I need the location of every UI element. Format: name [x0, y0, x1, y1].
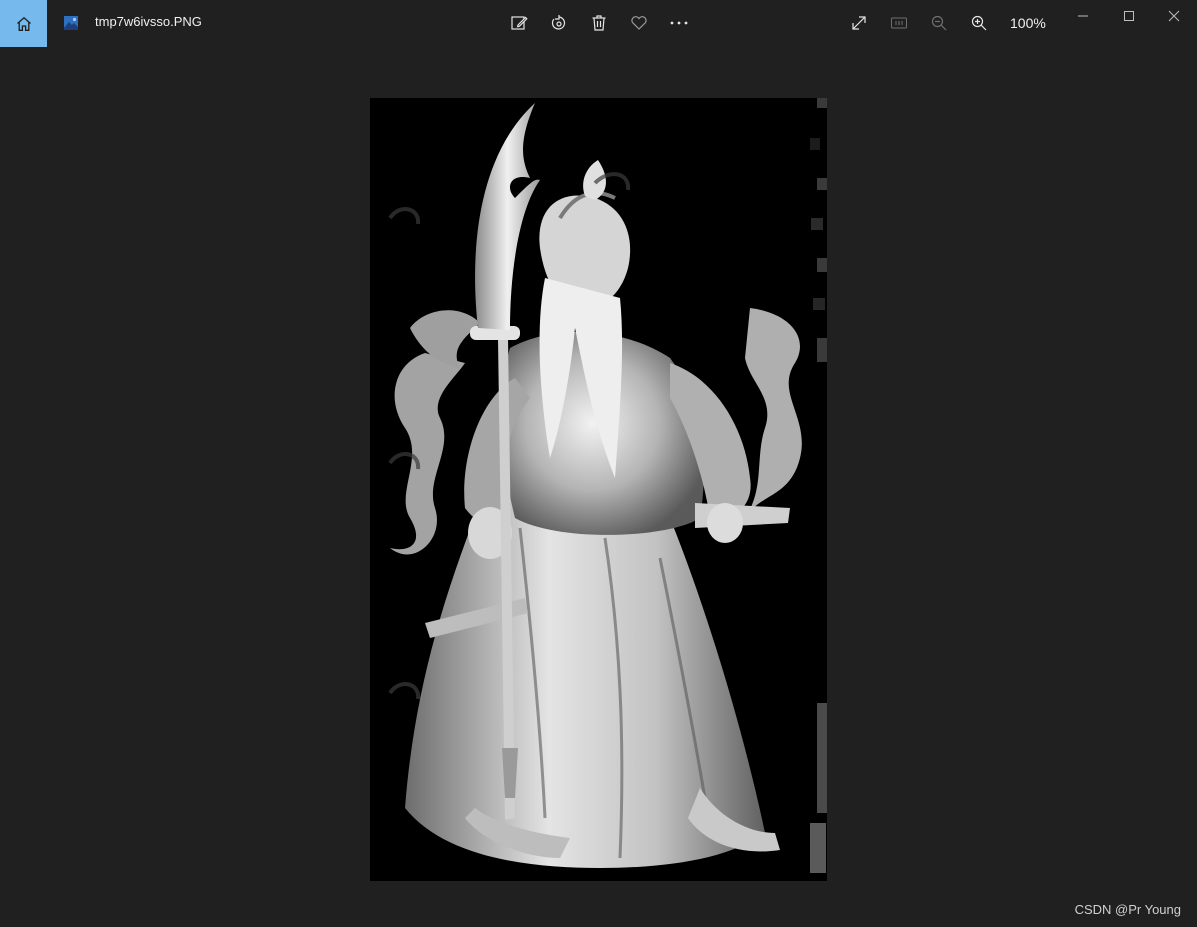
watermark: CSDN @Pr Young — [1074, 902, 1181, 917]
zoom-level[interactable]: 100% — [1010, 15, 1046, 31]
minimize-icon — [1078, 15, 1088, 17]
delete-icon — [592, 15, 606, 31]
minimize-button[interactable] — [1060, 0, 1106, 32]
actual-size-button[interactable] — [886, 10, 912, 36]
close-icon — [1168, 10, 1180, 22]
fullscreen-icon — [852, 16, 866, 30]
file-name: tmp7w6ivsso.PNG — [95, 14, 202, 29]
zoom-out-button[interactable] — [926, 10, 952, 36]
edit-image-icon — [511, 16, 528, 30]
delete-button[interactable] — [586, 10, 612, 36]
actual-size-icon — [891, 17, 907, 29]
fullscreen-button[interactable] — [846, 10, 872, 36]
zoom-in-button[interactable] — [966, 10, 992, 36]
zoom-in-icon — [971, 15, 987, 31]
rotate-icon — [551, 15, 566, 30]
home-button[interactable] — [0, 0, 47, 47]
edit-button[interactable] — [506, 10, 532, 36]
title-bar: tmp7w6ivsso.PNG 100% — [0, 0, 1197, 47]
image-canvas[interactable] — [370, 98, 827, 881]
favorite-heart-icon — [631, 16, 647, 30]
toolbar-actions — [506, 10, 692, 36]
home-icon — [16, 16, 31, 31]
rotate-button[interactable] — [546, 10, 572, 36]
maximize-button[interactable] — [1106, 0, 1152, 32]
zoom-out-icon — [931, 15, 947, 31]
maximize-icon — [1124, 11, 1134, 21]
favorite-button[interactable] — [626, 10, 652, 36]
more-options-button[interactable] — [666, 10, 692, 36]
more-options-icon — [670, 21, 688, 25]
image-file-icon — [64, 16, 78, 30]
zoom-toolbar: 100% — [846, 10, 1046, 36]
close-button[interactable] — [1151, 0, 1197, 32]
guan-yu-relief-image — [370, 98, 827, 881]
